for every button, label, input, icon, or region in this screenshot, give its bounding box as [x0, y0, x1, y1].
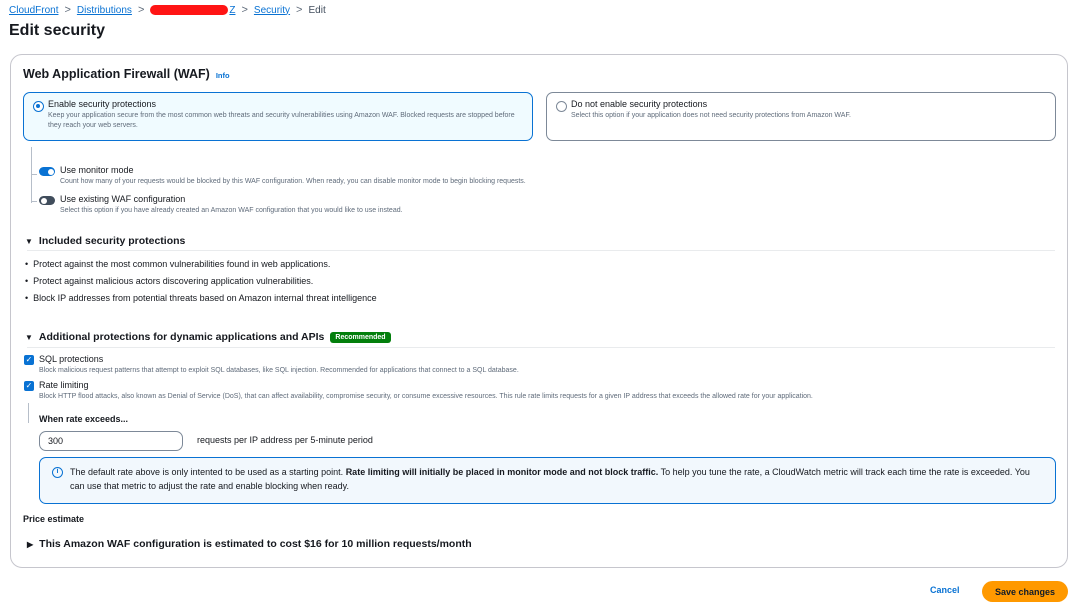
page-title: Edit security: [9, 22, 106, 39]
rate-threshold-suffix: requests per IP address per 5-minute per…: [197, 435, 373, 445]
monitor-mode-label: Use monitor mode: [60, 165, 134, 175]
existing-waf-label: Use existing WAF configuration: [60, 194, 186, 204]
redaction-mark: [150, 5, 229, 15]
rate-threshold-label: When rate exceeds...: [39, 414, 129, 424]
caret-down-icon: ▼: [25, 236, 33, 246]
breadcrumb-distribution-id[interactable]: Z: [150, 5, 235, 16]
sql-protections-checkbox[interactable]: ✓: [24, 355, 34, 365]
price-estimate-text: This Amazon WAF configuration is estimat…: [39, 538, 472, 550]
included-protections-title: Included security protections: [38, 235, 186, 247]
breadcrumb-chevron-icon: >: [137, 4, 145, 16]
sql-protections-label: SQL protections: [39, 354, 104, 364]
divider: [27, 347, 1055, 348]
tree-connector: [31, 201, 37, 202]
tree-connector: [28, 403, 29, 423]
enable-protections-tile[interactable]: Enable security protections Keep your ap…: [23, 92, 533, 141]
breadcrumb-distribution-id-label: Z: [229, 4, 236, 16]
monitor-mode-toggle[interactable]: [39, 167, 55, 176]
breadcrumb-chevron-icon: >: [64, 4, 71, 16]
waf-heading: Web Application Firewall (WAF) Info: [23, 67, 230, 81]
divider: [27, 250, 1055, 251]
breadcrumb: CloudFront > Distributions > Z > Securit…: [9, 4, 326, 16]
disable-protections-desc: Select this option if your application d…: [571, 112, 851, 119]
recommended-badge: Recommended: [330, 331, 391, 343]
included-protections-header[interactable]: ▼ Included security protections: [25, 235, 185, 247]
save-changes-button[interactable]: Save changes: [982, 581, 1068, 602]
breadcrumb-security[interactable]: Security: [254, 5, 290, 16]
list-item: Protect against the most common vulnerab…: [25, 259, 377, 276]
list-item: Block IP addresses from potential threat…: [25, 293, 377, 310]
enable-protections-desc: Keep your application secure from the mo…: [48, 112, 515, 129]
list-item: Protect against malicious actors discove…: [25, 276, 377, 293]
tree-connector: [31, 174, 37, 175]
caret-right-icon: ▶: [27, 539, 34, 549]
breadcrumb-chevron-icon: >: [296, 4, 303, 16]
included-protections-list: Protect against the most common vulnerab…: [25, 259, 377, 310]
existing-waf-toggle[interactable]: [39, 196, 55, 205]
info-link[interactable]: Info: [216, 71, 230, 80]
disable-protections-tile[interactable]: Do not enable security protections Selec…: [546, 92, 1056, 141]
rate-limiting-desc: Block HTTP flood attacks, also known as …: [39, 393, 813, 400]
rate-limiting-label: Rate limiting: [39, 380, 89, 390]
breadcrumb-chevron-icon: >: [241, 4, 248, 16]
breadcrumb-distributions[interactable]: Distributions: [77, 5, 132, 16]
rate-limiting-checkbox[interactable]: ✓: [24, 381, 34, 391]
radio-unselected-icon[interactable]: [556, 101, 567, 112]
breadcrumb-cloudfront[interactable]: CloudFront: [9, 5, 58, 16]
alert-text-start: The default rate above is only intented …: [70, 467, 346, 477]
disable-protections-title: Do not enable security protections: [571, 99, 708, 109]
info-alert: i The default rate above is only intente…: [39, 457, 1056, 504]
breadcrumb-current: Edit: [308, 4, 326, 16]
waf-heading-text: Web Application Firewall (WAF): [23, 67, 210, 81]
existing-waf-desc: Select this option if you have already c…: [60, 207, 403, 214]
tree-connector: [31, 147, 32, 203]
monitor-mode-desc: Count how many of your requests would be…: [60, 178, 526, 185]
radio-selected-icon[interactable]: [33, 101, 44, 112]
sql-protections-desc: Block malicious request patterns that at…: [39, 367, 519, 374]
alert-text-bold: Rate limiting will initially be placed i…: [345, 467, 659, 477]
price-estimate-expander[interactable]: ▶ This Amazon WAF configuration is estim…: [27, 538, 472, 550]
enable-protections-title: Enable security protections: [48, 99, 157, 109]
waf-panel: Web Application Firewall (WAF) Info Enab…: [10, 54, 1068, 568]
caret-down-icon: ▼: [25, 332, 33, 342]
additional-protections-header[interactable]: ▼ Additional protections for dynamic app…: [25, 331, 391, 343]
price-estimate-label: Price estimate: [23, 514, 85, 524]
cancel-button[interactable]: Cancel: [924, 584, 966, 596]
info-icon: i: [52, 467, 63, 478]
rate-threshold-input[interactable]: [39, 431, 183, 451]
additional-protections-title: Additional protections for dynamic appli…: [38, 331, 325, 343]
